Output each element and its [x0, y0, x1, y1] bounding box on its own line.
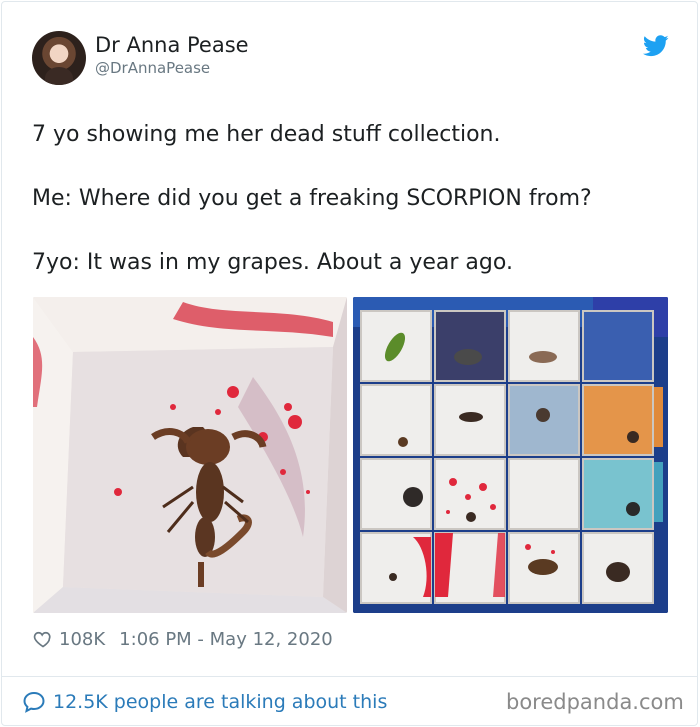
conversation-link-text[interactable]: 12.5K people are talking about this [53, 691, 387, 713]
photo-collection[interactable] [353, 297, 668, 613]
conversation-link[interactable]: 12.5K people are talking about this [22, 689, 387, 715]
tweet-header: Dr Anna Pease @DrAnnaPease [32, 31, 672, 91]
tweet-meta: 108K 1:06 PM - May 12, 2020 [33, 627, 333, 651]
tweet-line: 7yo: It was in my grapes. About a year a… [32, 250, 513, 275]
watermark: boredpanda.com [506, 690, 684, 714]
scorpion-image [33, 297, 347, 613]
tweet-line: Me: Where did you get a freaking SCORPIO… [32, 186, 592, 211]
heart-icon[interactable] [33, 629, 53, 649]
author-name[interactable]: Dr Anna Pease [95, 33, 249, 57]
tweet-line: 7 yo showing me her dead stuff collectio… [32, 122, 501, 147]
twitter-bird-icon[interactable] [643, 35, 669, 57]
like-count[interactable]: 108K [59, 629, 105, 650]
divider [1, 676, 698, 677]
speech-bubble-icon [23, 691, 45, 713]
collection-image [353, 297, 668, 613]
author-handle[interactable]: @DrAnnaPease [95, 59, 210, 77]
photo-scorpion[interactable] [33, 297, 347, 613]
avatar[interactable] [32, 31, 86, 85]
tweet-timestamp[interactable]: 1:06 PM - May 12, 2020 [119, 629, 333, 650]
tweet-text: 7 yo showing me her dead stuff collectio… [32, 120, 672, 312]
